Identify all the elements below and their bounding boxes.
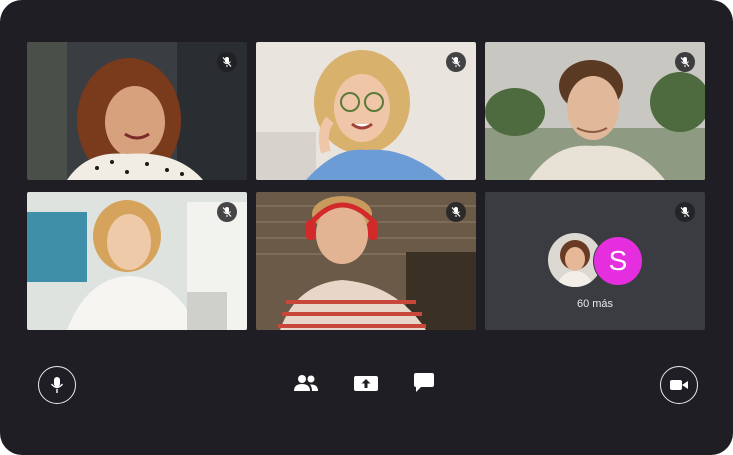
chat-icon (414, 373, 434, 392)
people-icon (294, 375, 318, 391)
muted-mic-icon (446, 52, 466, 72)
avatar-stack: S (547, 232, 647, 288)
muted-mic-icon (675, 52, 695, 72)
participant-video-2 (256, 42, 476, 180)
participant-tile-2[interactable] (256, 42, 476, 180)
share-screen-icon (354, 376, 378, 391)
microphone-button[interactable] (38, 366, 76, 404)
more-participants-tile[interactable]: S 60 más (485, 192, 705, 330)
participants-button[interactable] (291, 368, 321, 398)
video-call-window: S 60 más (0, 0, 733, 455)
participant-video-4 (27, 192, 247, 330)
participant-tile-3[interactable] (485, 42, 705, 180)
avatar-initial: S (593, 236, 643, 286)
participant-tile-4[interactable] (27, 192, 247, 330)
participant-video-5 (256, 192, 476, 330)
more-participants-count: 60 más (576, 298, 614, 310)
muted-mic-icon (217, 202, 237, 222)
camera-button[interactable] (660, 366, 698, 404)
participant-tile-1[interactable] (27, 42, 247, 180)
participant-video-3 (485, 42, 705, 180)
video-camera-icon (670, 380, 688, 390)
participant-tile-5[interactable] (256, 192, 476, 330)
muted-mic-icon (675, 202, 695, 222)
muted-mic-icon (446, 202, 466, 222)
share-screen-button[interactable] (351, 368, 381, 398)
muted-mic-icon (217, 52, 237, 72)
microphone-icon (50, 377, 64, 393)
participant-video-1 (27, 42, 247, 180)
chat-button[interactable] (409, 368, 439, 398)
